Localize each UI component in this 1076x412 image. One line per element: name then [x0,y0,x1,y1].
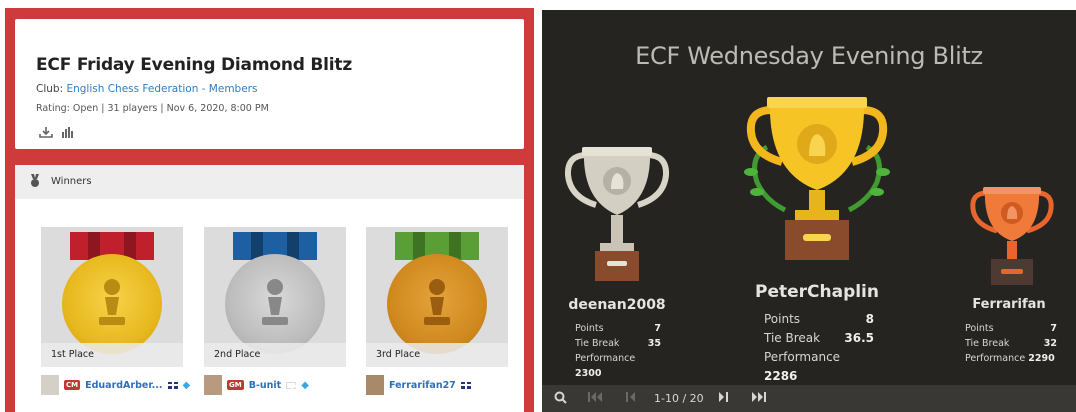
winner-2[interactable]: GM B-unit ◆ [204,375,309,395]
tournament-panel: ECF Friday Evening Diamond Blitz Club: E… [5,8,534,412]
avatar [366,375,384,395]
tiebreak-label: Tie Break [965,338,1010,349]
uk-flag-icon [167,381,178,389]
silver-trophy-icon [564,147,670,281]
pawn-icon [99,279,125,325]
england-flag-icon [286,381,298,390]
podium-panel: ECF Wednesday Evening Blitz deenan2008 P… [542,10,1076,412]
podium-stats-1: Points 8 Tie Break 36.5 Performance 2286 [764,310,874,386]
points-label: Points [965,323,994,334]
place-card-2[interactable]: 2nd Place [204,227,346,367]
club-line: Club: English Chess Federation - Members [36,83,257,95]
performance-value: 2286 [764,369,798,383]
winners-header: Winners [15,165,524,199]
pawn-icon [262,279,288,325]
tournament-actions [39,125,75,138]
rating-line: Rating: Open | 31 players | Nov 6, 2020,… [36,103,269,114]
tiebreak-label: Tie Break [764,331,821,345]
player-name[interactable]: Ferrarifan27 [389,380,456,391]
page-indicator: 1-10 / 20 [654,392,704,405]
tournament-title: ECF Friday Evening Diamond Blitz [36,55,353,75]
player-name[interactable]: EduardArber... [85,380,162,391]
diamond-icon: ◆ [182,379,191,391]
tiebreak-value: 36.5 [844,331,874,345]
place-label-2: 2nd Place [214,349,261,360]
tiebreak-value: 35 [647,338,661,349]
podium-name-1[interactable]: PeterChaplin [737,282,897,302]
first-page-icon[interactable] [588,391,602,406]
podium-name-3[interactable]: Ferrarifan [954,297,1064,312]
screen: ECF Friday Evening Diamond Blitz Club: E… [0,0,1076,412]
prev-page-icon[interactable] [626,391,636,406]
performance-label: Performance [764,350,841,364]
performance-value: 2290 [1028,353,1055,364]
pagination-bar: 1-10 / 20 [542,385,1076,412]
next-page-icon[interactable] [718,391,728,406]
bronze-trophy-icon [970,187,1054,285]
last-page-icon[interactable] [752,391,766,406]
points-value: 7 [654,323,661,334]
tiebreak-value: 32 [1043,338,1057,349]
download-icon[interactable] [39,125,53,138]
tiebreak-label: Tie Break [575,338,620,349]
gold-trophy-icon [744,97,890,260]
search-icon[interactable] [554,391,567,407]
performance-value: 2300 [575,368,602,379]
place-label-3: 3rd Place [376,349,421,360]
club-prefix: Club: [36,83,67,95]
performance-label: Performance [575,353,636,364]
winner-1[interactable]: CM EduardArber... ◆ [41,375,190,395]
medal-icon [29,174,41,193]
title-badge: GM [227,380,244,390]
podium-stats-3: Points 7 Tie Break 32 Performance 2290 [965,321,1057,366]
podium-stats-2: Points 7 Tie Break 35 Performance 2300 [575,321,661,381]
avatar [41,375,59,395]
uk-flag-icon [460,381,471,389]
performance-label: Performance [965,353,1026,364]
place-label-1: 1st Place [51,349,94,360]
points-label: Points [575,323,604,334]
player-name[interactable]: B-unit [249,380,282,391]
winners-card: Winners 1st Place 2nd Place 3rd Place CM… [15,165,524,412]
place-card-3[interactable]: 3rd Place [366,227,508,367]
chart-icon[interactable] [61,125,75,138]
winners-label: Winners [51,176,92,187]
tournament-info-card: ECF Friday Evening Diamond Blitz Club: E… [15,19,524,149]
place-card-1[interactable]: 1st Place [41,227,183,367]
pawn-icon [424,279,450,325]
points-label: Points [764,312,801,326]
avatar [204,375,222,395]
podium-title: ECF Wednesday Evening Blitz [635,42,983,70]
diamond-icon: ◆ [301,379,309,391]
title-badge: CM [64,380,81,390]
winner-3[interactable]: Ferrarifan27 [366,375,471,395]
points-value: 7 [1050,323,1057,334]
podium-name-2[interactable]: deenan2008 [552,297,682,313]
club-link[interactable]: English Chess Federation - Members [66,83,257,95]
points-value: 8 [865,312,874,326]
